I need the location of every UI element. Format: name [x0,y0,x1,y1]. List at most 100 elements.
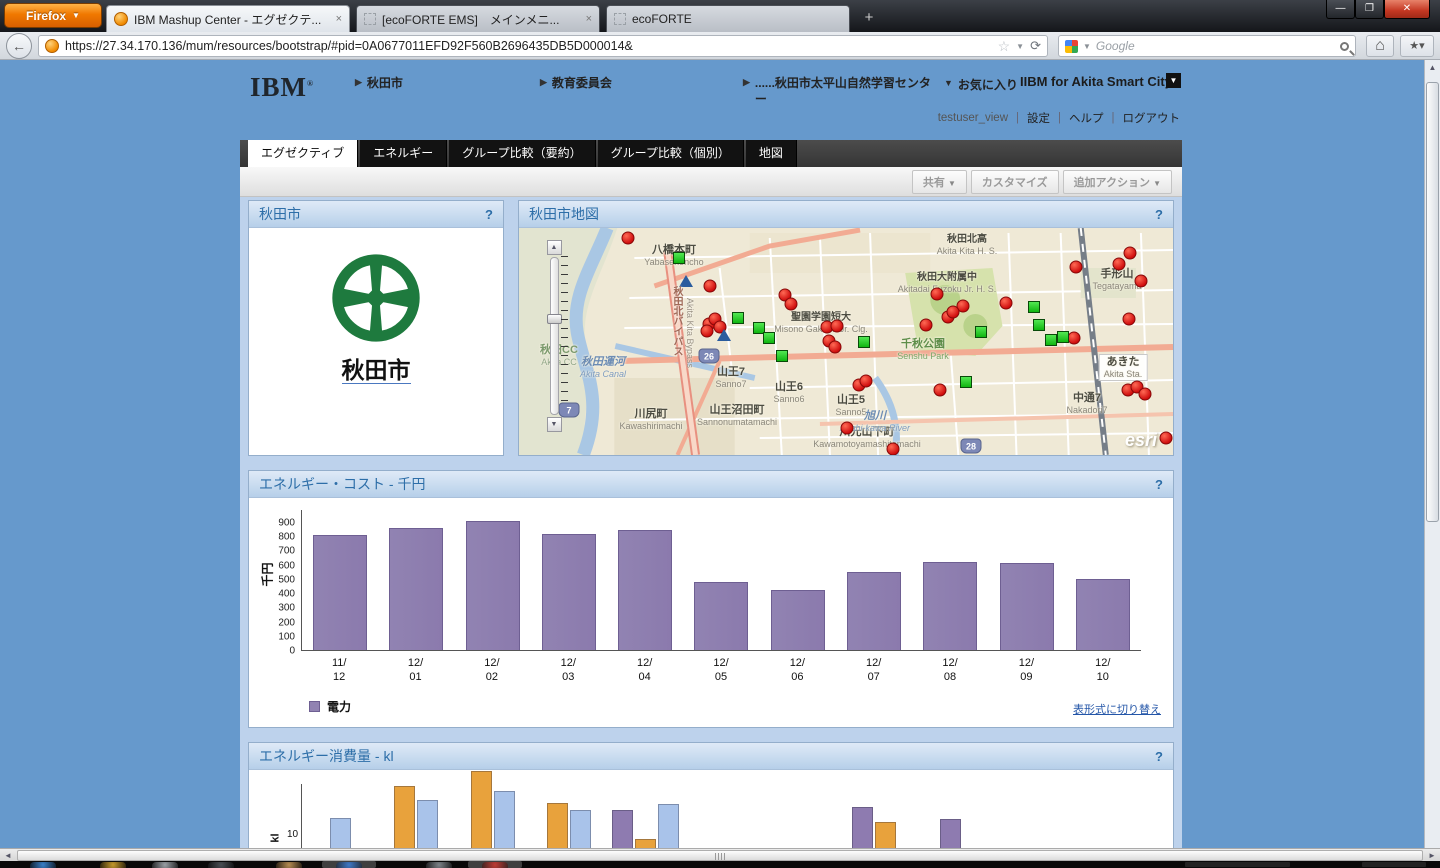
tab-グループ比較（要約）[interactable]: グループ比較（要約） [449,140,595,167]
red-marker[interactable] [1124,247,1137,260]
red-marker[interactable] [1139,388,1152,401]
search-input[interactable]: Google [1096,39,1335,53]
site-title-dropdown-icon[interactable]: ▼ [1166,73,1181,88]
taskbar-app-icon[interactable] [426,862,452,868]
breadcrumb-item[interactable]: ▶教育委員会 [540,76,612,92]
red-marker[interactable] [1113,258,1126,271]
chevron-down-icon: ▼ [944,76,953,93]
help-icon[interactable]: ? [1155,207,1163,222]
scroll-up-arrow[interactable]: ▲ [1425,60,1440,76]
red-marker[interactable] [1070,261,1083,274]
map-zoom-thumb[interactable] [547,314,562,324]
taskbar-app-icon[interactable] [276,862,302,868]
breadcrumb-item[interactable]: ▶......秋田市太平山自然学習センター [743,76,933,107]
city-map[interactable]: 八橋本町Yabasehoncho秋田大附属中Akitadai Fuzoku Jr… [519,228,1173,455]
back-button[interactable]: ← [6,33,32,59]
red-marker[interactable] [829,341,842,354]
red-marker[interactable] [1068,332,1081,345]
taskbar-app-icon[interactable] [336,862,362,868]
user-link[interactable]: 設定 [1027,110,1050,126]
start-orb[interactable] [30,862,56,868]
tab-close-icon[interactable]: × [336,13,342,25]
new-tab-button[interactable]: + [856,7,882,29]
green-marker[interactable] [1057,331,1069,343]
customize-button[interactable]: カスタマイズ [971,170,1059,194]
red-marker[interactable] [704,280,717,293]
blue-marker[interactable] [717,329,731,341]
map-zoom-slider[interactable] [550,257,559,415]
tab-close-icon[interactable]: × [586,13,592,25]
help-icon[interactable]: ? [1155,477,1163,492]
help-icon[interactable]: ? [485,207,493,222]
green-marker[interactable] [1033,319,1045,331]
tab-グループ比較（個別）[interactable]: グループ比較（個別） [598,140,744,167]
red-marker[interactable] [785,298,798,311]
site-title[interactable]: IIBM for Akita Smart City [1020,74,1172,89]
close-button[interactable]: ✕ [1384,0,1430,19]
green-marker[interactable] [776,350,788,362]
minimize-button[interactable]: — [1326,0,1355,19]
search-box[interactable]: ▼ Google [1058,35,1356,57]
table-view-link[interactable]: 表形式に切り替え [1073,701,1161,717]
green-marker[interactable] [673,252,685,264]
taskbar-app-icon[interactable] [152,862,178,868]
help-icon[interactable]: ? [1155,749,1163,764]
map-zoom-in-button[interactable]: ▲ [547,240,562,255]
browser-tab[interactable]: IBM Mashup Center - エグゼクテ...× [106,5,350,32]
url-field[interactable]: https://27.34.170.136/mum/resources/boot… [38,35,1048,57]
taskbar-app-icon[interactable] [100,862,126,868]
home-button[interactable]: ⌂ [1366,35,1394,57]
red-marker[interactable] [1160,432,1173,445]
tab-エネルギー[interactable]: エネルギー [360,140,447,167]
url-dropdown-icon[interactable]: ▼ [1016,42,1024,51]
city-link[interactable]: 秋田市 [342,357,411,384]
horizontal-scrollbar[interactable]: ◄ ► [0,848,1440,861]
tab-地図[interactable]: 地図 [746,140,797,167]
red-marker[interactable] [947,306,960,319]
bookmark-star-icon[interactable]: ☆ [998,38,1011,55]
green-marker[interactable] [1028,301,1040,313]
url-text[interactable]: https://27.34.170.136/mum/resources/boot… [65,39,992,53]
browser-tab[interactable]: ecoFORTE [606,5,850,32]
firefox-menu-button[interactable]: Firefox ▼ [4,3,102,28]
vertical-scrollbar[interactable]: ▲ [1424,60,1440,848]
map-zoom-out-button[interactable]: ▼ [547,417,562,432]
red-marker[interactable] [1000,297,1013,310]
restore-button[interactable]: ❐ [1355,0,1384,19]
breadcrumb-item[interactable]: ▶秋田市 [355,76,403,92]
share-button[interactable]: 共有 ▼ [912,170,967,194]
reload-icon[interactable]: ⟳ [1030,38,1041,54]
red-marker[interactable] [860,375,873,388]
horizontal-scroll-thumb[interactable] [17,850,1423,861]
red-marker[interactable] [831,320,844,333]
favorites-link[interactable]: ▼ お気に入り [944,76,1018,93]
green-marker[interactable] [858,336,870,348]
red-marker[interactable] [920,319,933,332]
windows-taskbar[interactable] [0,861,1440,868]
taskbar-app-icon[interactable] [482,862,508,868]
browser-tab[interactable]: [ecoFORTE EMS] メインメニ...× [356,5,600,32]
red-marker[interactable] [841,422,854,435]
tab-エグゼクティブ[interactable]: エグゼクティブ [248,140,358,167]
green-marker[interactable] [960,376,972,388]
user-link[interactable]: ヘルプ [1069,110,1104,126]
red-marker[interactable] [887,443,900,456]
red-marker[interactable] [1135,275,1148,288]
green-marker[interactable] [732,312,744,324]
green-marker[interactable] [975,326,987,338]
green-marker[interactable] [1045,334,1057,346]
search-icon[interactable] [1340,42,1349,51]
red-marker[interactable] [931,288,944,301]
taskbar-app-icon[interactable] [208,862,234,868]
red-marker[interactable] [622,232,635,245]
more-actions-button[interactable]: 追加アクション ▼ [1063,170,1172,194]
red-marker[interactable] [701,325,714,338]
vertical-scroll-thumb[interactable] [1426,82,1439,522]
bookmarks-button[interactable]: ★▾ [1400,35,1434,57]
red-marker[interactable] [1123,313,1136,326]
cost-x-axis: 11/1212/0112/0212/0312/0412/0512/0612/07… [301,656,1141,685]
red-marker[interactable] [934,384,947,397]
green-marker[interactable] [763,332,775,344]
search-engine-dropdown-icon[interactable]: ▼ [1083,42,1091,51]
user-link[interactable]: ログアウト [1123,110,1181,126]
